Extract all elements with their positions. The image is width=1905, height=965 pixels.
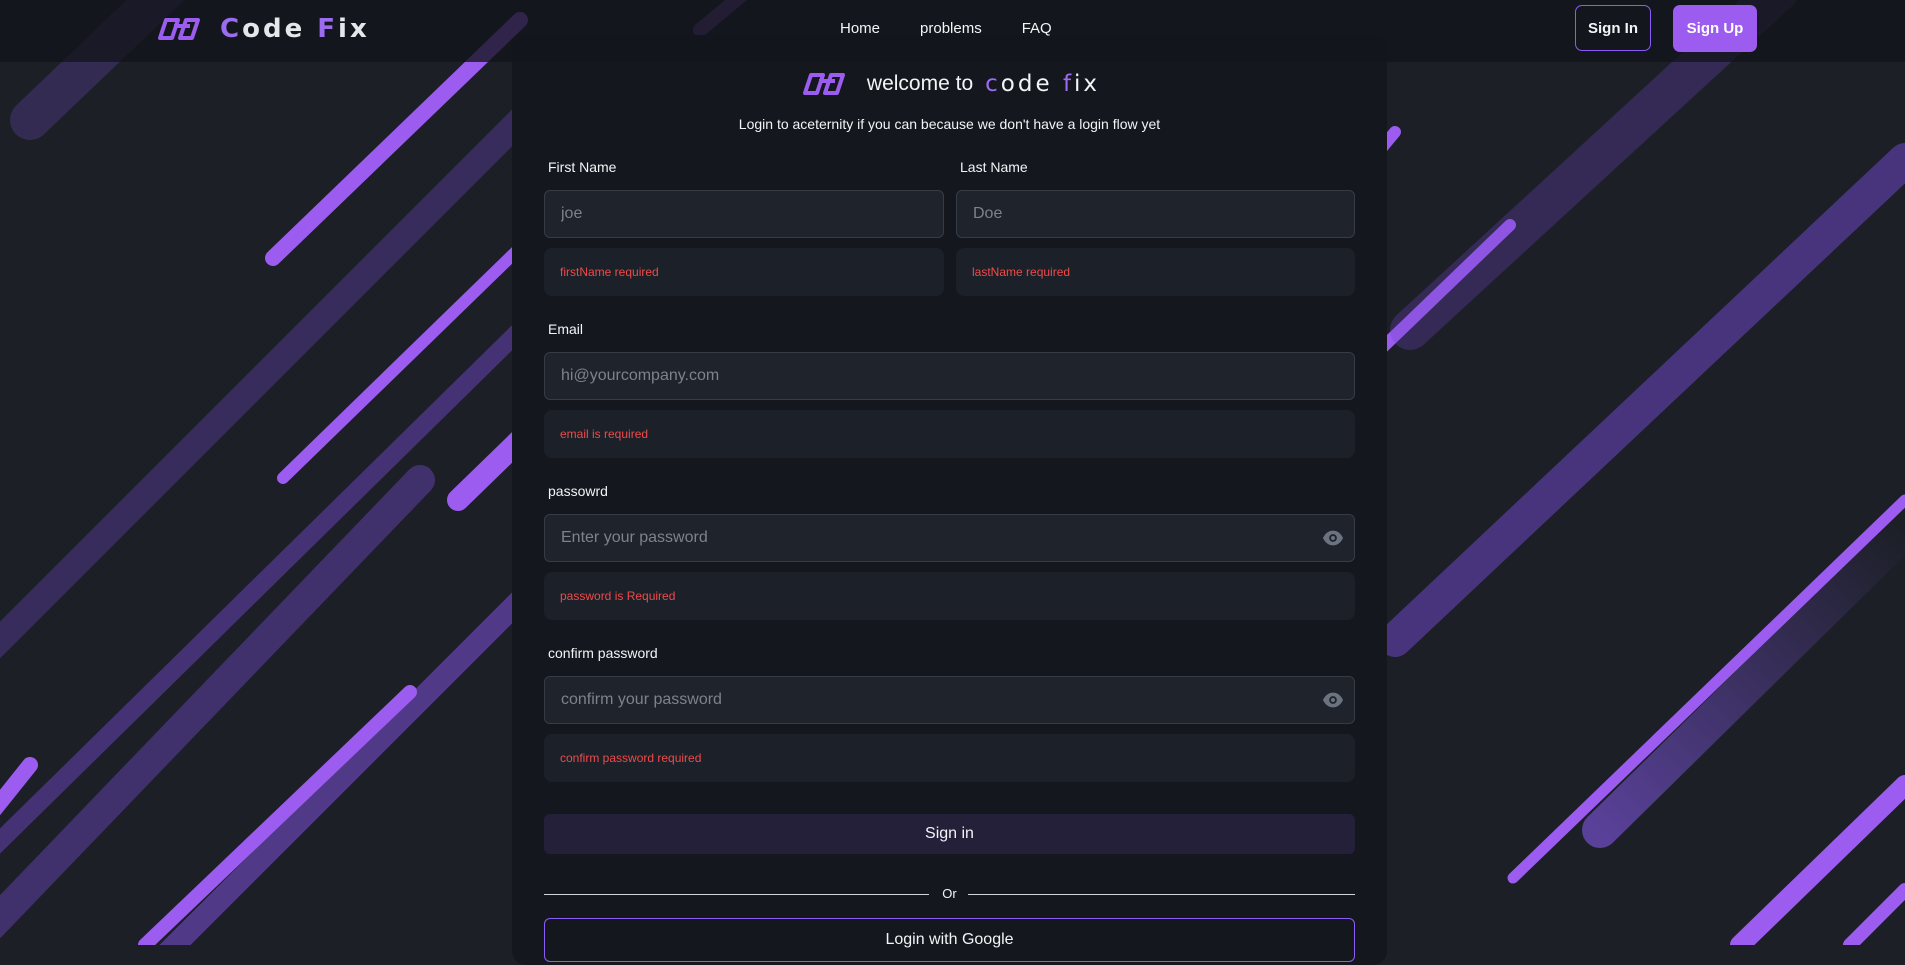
last-name-label: Last Name — [960, 159, 1028, 175]
sign-in-button[interactable]: Sign In — [1575, 5, 1651, 51]
nav-link-faq[interactable]: FAQ — [1022, 20, 1052, 37]
nav-link-home[interactable]: Home — [840, 20, 880, 37]
sign-up-button[interactable]: Sign Up — [1673, 5, 1757, 52]
infinity-link-icon — [158, 18, 200, 40]
welcome-text: welcome to — [866, 72, 974, 95]
eye-icon[interactable] — [1322, 689, 1344, 711]
last-name-error: lastName required — [956, 248, 1355, 296]
card-header: welcome to code fix — [512, 69, 1387, 104]
confirm-password-input[interactable] — [544, 676, 1355, 724]
divider-line-left — [544, 894, 929, 895]
signup-card: welcome to code fix Login to aceternity … — [512, 35, 1387, 965]
card-subtitle: Login to aceternity if you can because w… — [738, 116, 1161, 132]
welcome-brand: code fix — [985, 71, 1101, 97]
infinity-link-icon — [802, 73, 845, 95]
submit-sign-in-button[interactable]: Sign in — [544, 814, 1355, 854]
confirm-password-label: confirm password — [548, 645, 658, 661]
login-with-google-button[interactable]: Login with Google — [544, 918, 1355, 962]
brand-logo[interactable]: Code Fix — [154, 14, 370, 44]
password-label: passowrd — [548, 483, 608, 499]
brand-name: Code Fix — [220, 14, 370, 44]
password-input[interactable] — [544, 514, 1355, 562]
email-label: Email — [548, 321, 584, 337]
email-error: email is required — [544, 410, 1355, 458]
first-name-error: firstName required — [544, 248, 944, 296]
nav-link-problems[interactable]: problems — [920, 20, 982, 37]
confirm-password-error: confirm password required — [544, 734, 1355, 782]
eye-icon[interactable] — [1322, 527, 1344, 549]
password-error: password is Required — [544, 572, 1355, 620]
first-name-input[interactable] — [544, 190, 944, 238]
divider-line-right — [968, 894, 1355, 895]
nav-links: Home problems FAQ — [840, 20, 1092, 37]
email-input[interactable] — [544, 352, 1355, 400]
first-name-label: First Name — [548, 159, 617, 175]
divider-or-text: Or — [942, 886, 957, 901]
last-name-input[interactable] — [956, 190, 1355, 238]
navbar: Code Fix Home problems FAQ Sign In Sign … — [0, 0, 1905, 62]
